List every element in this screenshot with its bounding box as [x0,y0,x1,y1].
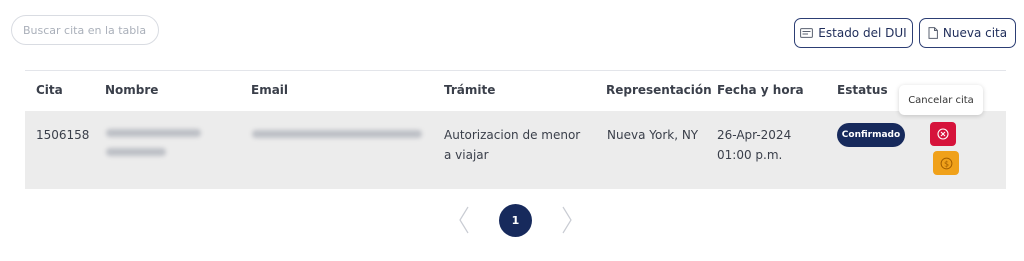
search-input[interactable] [11,15,159,45]
header-tramite: Trámite [444,83,496,97]
status-badge: Confirmado [837,123,905,147]
header-cita: Cita [36,83,63,97]
cancel-circle-icon [937,128,949,140]
document-icon [928,27,938,39]
payment-button[interactable]: $ [933,151,959,175]
table-top-divider [25,70,1006,71]
pagination-next-button[interactable] [561,205,573,239]
id-card-icon [800,28,814,38]
estado-dui-button[interactable]: Estado del DUI [794,18,913,48]
pagination-prev-button[interactable] [458,205,470,239]
nueva-cita-button[interactable]: Nueva cita [919,18,1016,48]
cell-representacion: Nueva York, NY [607,128,699,142]
cell-tramite-line2: a viajar [444,148,489,162]
svg-text:$: $ [943,159,948,168]
cell-hora: 01:00 p.m. [717,148,783,162]
header-estatus: Estatus [837,83,888,97]
cancel-tooltip: Cancelar cita [899,85,983,115]
dollar-coin-icon: $ [940,157,953,170]
cell-tramite-line1: Autorizacion de menor [444,128,581,142]
pagination-page-1[interactable]: 1 [499,204,532,237]
cell-fecha: 26-Apr-2024 [717,128,792,142]
header-fecha-hora: Fecha y hora [717,83,804,97]
cell-cita: 1506158 [36,128,90,142]
cancel-appointment-button[interactable] [930,122,956,146]
header-email: Email [251,83,289,97]
header-representacion: Representación [606,83,712,97]
nueva-cita-label: Nueva cita [942,26,1008,40]
estado-dui-label: Estado del DUI [818,26,907,40]
header-nombre: Nombre [105,83,159,97]
